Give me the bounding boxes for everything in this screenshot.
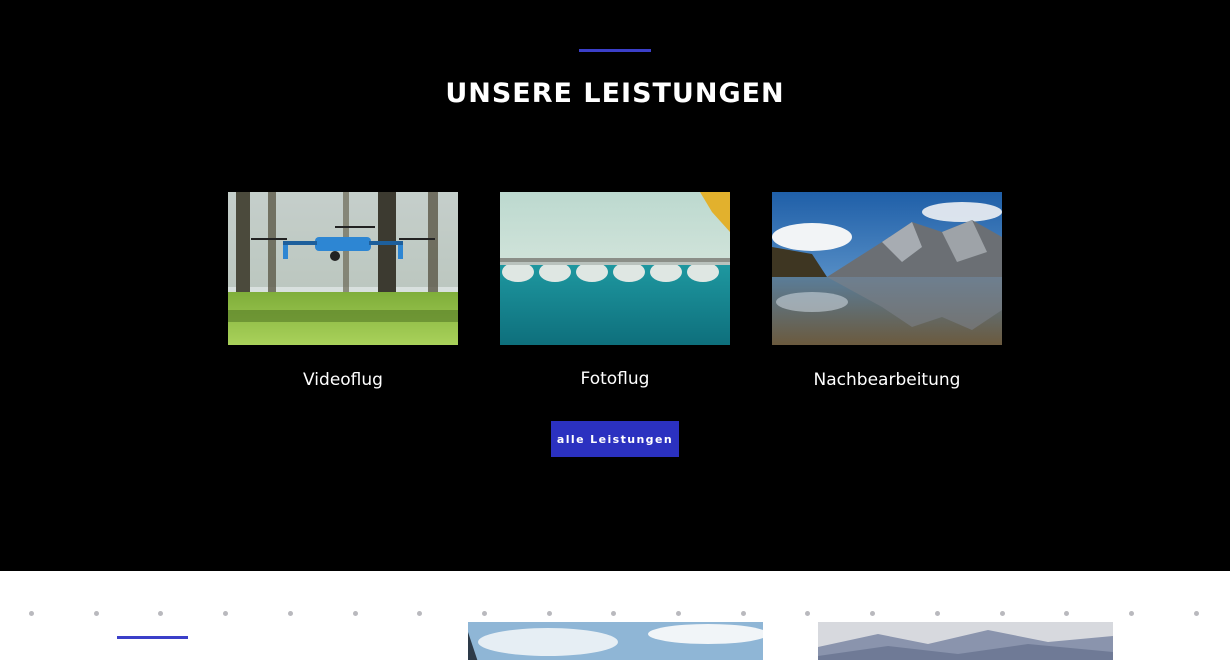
divider-dot (676, 611, 681, 616)
next-section (0, 571, 1230, 660)
divider-dot (740, 611, 746, 616)
divider-dot (1193, 611, 1199, 616)
divider-dot (352, 611, 358, 616)
divider-dot (870, 611, 876, 616)
divider-dot (805, 611, 811, 616)
divider-dot (93, 611, 99, 616)
divider-dot (29, 611, 34, 616)
services-section: UNSERE LEISTUNGEN Videoflug Fotoflug Nac… (0, 0, 1230, 571)
divider-dot (287, 611, 293, 616)
divider-dot (1128, 611, 1134, 616)
divider-dot (934, 611, 940, 616)
divider-dot (223, 611, 229, 616)
section-title: UNSERE LEISTUNGEN (445, 78, 785, 109)
divider-dot (481, 611, 487, 616)
divider-dot (999, 611, 1005, 616)
mountain-lake-photo[interactable] (772, 192, 1002, 345)
service-card-fotoflug[interactable]: Fotoflug (500, 192, 730, 389)
section-accent-line (117, 636, 188, 639)
mountain-photo[interactable] (818, 622, 1113, 660)
service-label[interactable]: Videoflug (228, 370, 458, 390)
sky-photo[interactable] (468, 622, 763, 660)
divider-dot (546, 611, 552, 616)
divider-dot (417, 611, 423, 616)
service-label[interactable]: Fotoflug (500, 369, 730, 389)
divider-dot (1064, 611, 1070, 616)
service-card-nachbearbeitung[interactable]: Nachbearbeitung (772, 192, 1002, 390)
service-label[interactable]: Nachbearbeitung (772, 370, 1002, 390)
divider-dot (611, 611, 617, 616)
aerial-bridge-photo[interactable] (500, 192, 730, 345)
divider-dot (158, 611, 164, 616)
dot-divider (0, 611, 1230, 617)
title-accent-line (579, 49, 651, 52)
all-services-button[interactable]: alle Leistungen (551, 421, 679, 457)
service-card-videoflug[interactable]: Videoflug (228, 192, 458, 390)
drone-photo[interactable] (228, 192, 458, 345)
